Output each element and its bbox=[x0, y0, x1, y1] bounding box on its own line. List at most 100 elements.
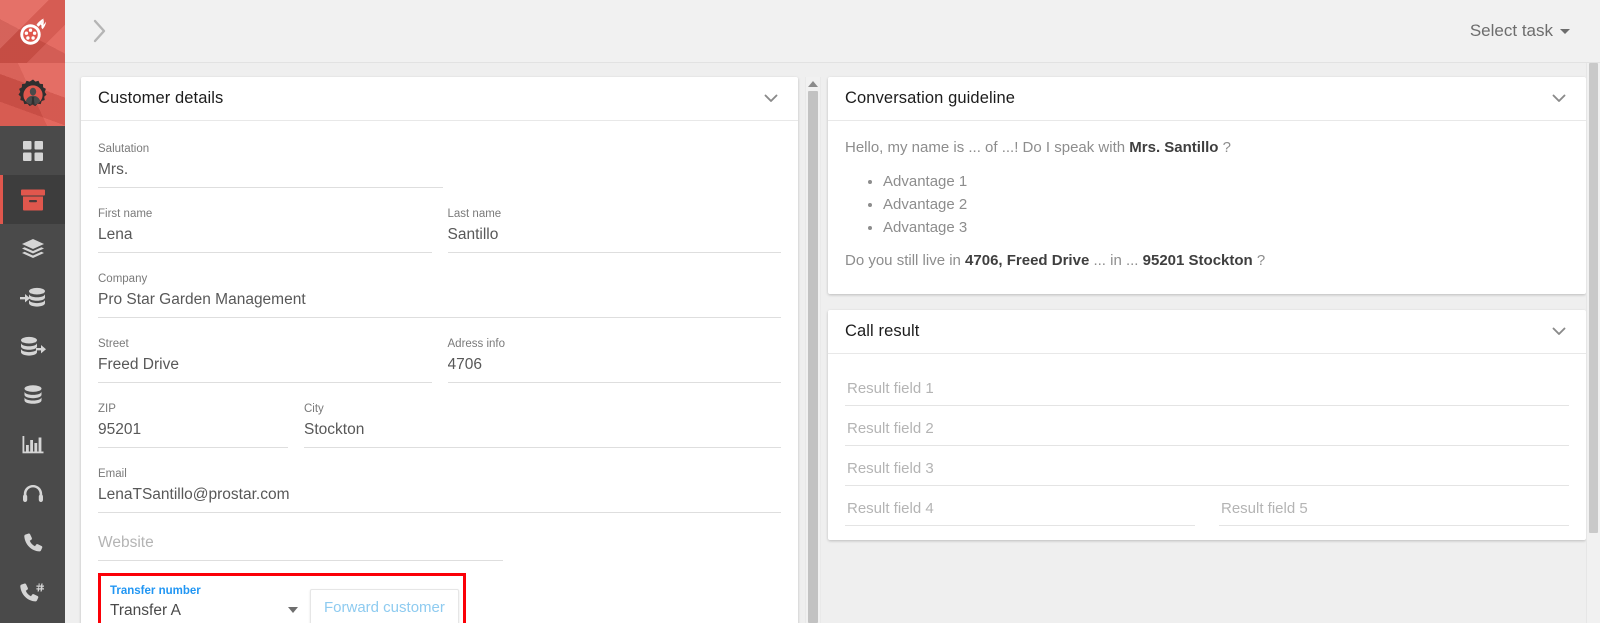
company-label: Company bbox=[98, 273, 148, 285]
field-salutation[interactable]: Salutation Mrs. bbox=[98, 131, 443, 196]
grid-icon bbox=[22, 140, 43, 161]
company-row: Company Pro Star Garden Management bbox=[98, 261, 781, 326]
layers-icon bbox=[21, 238, 44, 258]
sidebar-item-agent[interactable] bbox=[0, 469, 65, 518]
collapse-call-result-button[interactable] bbox=[1548, 323, 1570, 340]
first-name-value: Lena bbox=[98, 224, 432, 253]
field-first-name[interactable]: First name Lena bbox=[98, 196, 432, 261]
street-row: Street Freed Drive Adress info 4706 bbox=[98, 326, 781, 391]
top-bar: Select task bbox=[65, 0, 1600, 63]
list-item: Advantage 3 bbox=[883, 217, 1569, 238]
conversation-guideline-title: Conversation guideline bbox=[845, 89, 1016, 107]
content-area: Customer details Salutation Mrs. First n… bbox=[65, 63, 1600, 623]
call-result-body: Result field 1 Result field 2 Result fie… bbox=[828, 354, 1586, 540]
left-panel-scrollbar[interactable] bbox=[805, 77, 821, 623]
gear-user-icon bbox=[17, 79, 46, 106]
result-field-3[interactable]: Result field 3 bbox=[845, 446, 1569, 486]
customer-details-title: Customer details bbox=[98, 89, 224, 107]
zip-value: 95201 bbox=[98, 419, 288, 448]
guideline-address-bold-2: 95201 Stockton bbox=[1142, 252, 1253, 269]
list-item: Advantage 1 bbox=[883, 171, 1569, 192]
select-task-label: Select task bbox=[1469, 21, 1553, 40]
guideline-address-bold-1: 4706, Freed Drive bbox=[965, 252, 1090, 269]
transfer-number-label: Transfer number bbox=[110, 585, 201, 597]
email-label: Email bbox=[98, 468, 127, 480]
company-value: Pro Star Garden Management bbox=[98, 289, 781, 318]
transfer-number-control[interactable]: Transfer A bbox=[110, 602, 298, 623]
field-website[interactable]: Website bbox=[98, 521, 503, 569]
customer-details-body: Salutation Mrs. First name Lena Last nam… bbox=[81, 121, 798, 623]
salutation-label: Salutation bbox=[98, 143, 150, 155]
admin-settings-button[interactable] bbox=[0, 63, 65, 126]
forward-customer-button[interactable]: Forward customer bbox=[310, 589, 459, 623]
sidebar-item-dialer[interactable] bbox=[0, 567, 65, 616]
field-address-info[interactable]: Adress info 4706 bbox=[447, 326, 781, 391]
field-email[interactable]: Email LenaTSantillo@prostar.com bbox=[98, 456, 781, 521]
transfer-number-value: Transfer A bbox=[110, 602, 181, 619]
chevron-right-icon bbox=[93, 19, 106, 43]
field-city[interactable]: City Stockton bbox=[304, 391, 781, 456]
sidebar-item-data[interactable] bbox=[0, 371, 65, 420]
call-result-header: Call result bbox=[828, 310, 1586, 354]
phone-icon bbox=[23, 532, 42, 551]
result-field-1[interactable]: Result field 1 bbox=[845, 366, 1569, 406]
main-area: Select task Customer details Salutation … bbox=[65, 0, 1600, 623]
triangle-down-icon bbox=[288, 607, 298, 613]
phone-hash-icon bbox=[19, 582, 44, 601]
bar-chart-icon bbox=[22, 435, 43, 453]
field-street[interactable]: Street Freed Drive bbox=[98, 326, 432, 391]
guideline-address: Do you still live in 4706, Freed Drive .… bbox=[845, 250, 1569, 272]
transfer-number-select[interactable]: Transfer number Transfer A bbox=[110, 584, 298, 623]
database-import-icon bbox=[19, 287, 45, 307]
database-icon bbox=[24, 384, 41, 404]
scrollbar-thumb[interactable] bbox=[808, 91, 818, 623]
sidebar bbox=[0, 0, 65, 623]
field-last-name[interactable]: Last name Santillo bbox=[447, 196, 781, 261]
collapse-conversation-guideline-button[interactable] bbox=[1548, 90, 1570, 107]
guideline-intro: Hello, my name is ... of ...! Do I speak… bbox=[845, 137, 1569, 159]
chevron-down-icon bbox=[764, 94, 778, 102]
select-task-dropdown[interactable]: Select task bbox=[1470, 21, 1578, 41]
expand-sidebar-button[interactable] bbox=[91, 18, 109, 44]
result-field-2[interactable]: Result field 2 bbox=[845, 406, 1569, 446]
salutation-value: Mrs. bbox=[98, 159, 443, 188]
sidebar-item-campaign[interactable] bbox=[0, 175, 65, 224]
guideline-intro-post: ? bbox=[1218, 139, 1231, 156]
zip-label: ZIP bbox=[98, 403, 116, 415]
first-name-label: First name bbox=[98, 208, 153, 220]
chevron-down-icon bbox=[1552, 94, 1566, 102]
field-company[interactable]: Company Pro Star Garden Management bbox=[98, 261, 781, 326]
street-value: Freed Drive bbox=[98, 354, 432, 383]
sidebar-item-calls[interactable] bbox=[0, 518, 65, 567]
customer-details-header: Customer details bbox=[81, 77, 798, 121]
guideline-intro-pre: Hello, my name is ... of ...! Do I speak… bbox=[845, 139, 1130, 156]
comet-logo-icon bbox=[19, 18, 46, 45]
call-result-title: Call result bbox=[845, 322, 920, 340]
chevron-down-icon bbox=[1552, 327, 1566, 335]
sidebar-item-export[interactable] bbox=[0, 322, 65, 371]
city-label: City bbox=[304, 403, 324, 415]
left-column: Customer details Salutation Mrs. First n… bbox=[81, 77, 798, 623]
website-placeholder: Website bbox=[98, 532, 503, 561]
result-field-4[interactable]: Result field 4 bbox=[845, 486, 1195, 526]
address-info-label: Adress info bbox=[447, 338, 506, 350]
street-label: Street bbox=[98, 338, 129, 350]
field-zip[interactable]: ZIP 95201 bbox=[98, 391, 288, 456]
collapse-customer-details-button[interactable] bbox=[760, 90, 782, 107]
email-row: Email LenaTSantillo@prostar.com bbox=[98, 456, 781, 521]
conversation-guideline-header: Conversation guideline bbox=[828, 77, 1586, 121]
advantages-list: Advantage 1 Advantage 2 Advantage 3 bbox=[845, 171, 1569, 238]
result-field-5[interactable]: Result field 5 bbox=[1219, 486, 1569, 526]
page-scrollbar[interactable] bbox=[1586, 63, 1600, 623]
sidebar-item-layers[interactable] bbox=[0, 224, 65, 273]
sidebar-item-dashboard[interactable] bbox=[0, 126, 65, 175]
salutation-row: Salutation Mrs. bbox=[98, 131, 781, 196]
sidebar-item-statistics[interactable] bbox=[0, 420, 65, 469]
left-panel-scrollbar-column bbox=[798, 77, 828, 623]
app-logo[interactable] bbox=[0, 0, 65, 63]
page-scrollbar-thumb[interactable] bbox=[1589, 63, 1598, 533]
scroll-up-arrow-icon[interactable] bbox=[808, 81, 818, 87]
sidebar-item-import[interactable] bbox=[0, 273, 65, 322]
caret-down-icon bbox=[1560, 28, 1570, 34]
name-row: First name Lena Last name Santillo bbox=[98, 196, 781, 261]
